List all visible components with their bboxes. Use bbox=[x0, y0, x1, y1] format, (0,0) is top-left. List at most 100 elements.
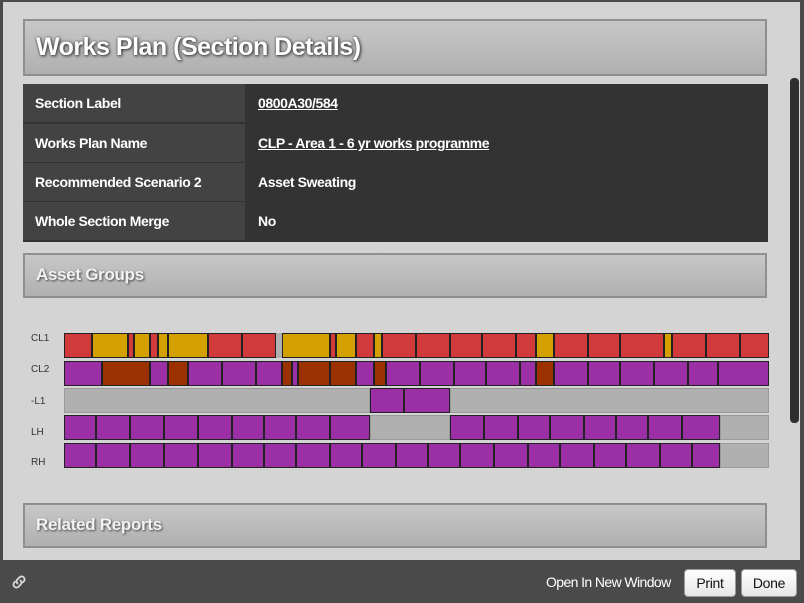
print-button[interactable]: Print bbox=[684, 569, 736, 597]
lane-segment[interactable] bbox=[356, 361, 374, 386]
lane-segment[interactable] bbox=[330, 415, 370, 440]
lane-segment[interactable] bbox=[232, 415, 264, 440]
lane-segment[interactable] bbox=[554, 333, 588, 358]
lane-segment[interactable] bbox=[168, 361, 188, 386]
lane-segment[interactable] bbox=[616, 415, 648, 440]
lane-segment[interactable] bbox=[370, 388, 404, 413]
lane-segment[interactable] bbox=[720, 415, 769, 440]
lane-segment[interactable] bbox=[264, 415, 296, 440]
lane-segment[interactable] bbox=[150, 361, 168, 386]
lane-segment[interactable] bbox=[664, 333, 672, 358]
lane-segment[interactable] bbox=[198, 415, 232, 440]
lane-segment[interactable] bbox=[396, 443, 428, 468]
lane-segment[interactable] bbox=[386, 361, 420, 386]
lane-segment[interactable] bbox=[584, 415, 616, 440]
lane-segment[interactable] bbox=[718, 361, 769, 386]
works-plan-name-link[interactable]: CLP - Area 1 - 6 yr works programme bbox=[258, 124, 489, 162]
lane-segment[interactable] bbox=[232, 443, 264, 468]
lane-segment[interactable] bbox=[130, 415, 164, 440]
lane-segment[interactable] bbox=[692, 443, 720, 468]
lane-segment[interactable] bbox=[64, 333, 92, 358]
lane-segment[interactable] bbox=[150, 333, 158, 358]
lane-segment[interactable] bbox=[164, 415, 198, 440]
lane-segment[interactable] bbox=[242, 333, 276, 358]
lane-segment[interactable] bbox=[370, 415, 450, 440]
lane-segment[interactable] bbox=[654, 361, 688, 386]
lane-segment[interactable] bbox=[648, 415, 682, 440]
lane-segment[interactable] bbox=[450, 415, 484, 440]
lane-segment[interactable] bbox=[64, 361, 102, 386]
lane-segment[interactable] bbox=[298, 361, 330, 386]
lane-segment[interactable] bbox=[296, 443, 330, 468]
lane-segment[interactable] bbox=[554, 361, 588, 386]
lane-segment[interactable] bbox=[102, 361, 150, 386]
lane-segment[interactable] bbox=[168, 333, 208, 358]
lane-segment[interactable] bbox=[404, 388, 450, 413]
lane-segment[interactable] bbox=[428, 443, 460, 468]
lane-segment[interactable] bbox=[256, 361, 282, 386]
lane-segment[interactable] bbox=[516, 333, 536, 358]
lane-segment[interactable] bbox=[356, 333, 374, 358]
lane-segment[interactable] bbox=[594, 443, 626, 468]
lane-segment[interactable] bbox=[626, 443, 660, 468]
lane-segment[interactable] bbox=[282, 333, 330, 358]
lane-segment[interactable] bbox=[164, 443, 198, 468]
lane-segment[interactable] bbox=[64, 415, 96, 440]
section-label-link[interactable]: 0800A30/584 bbox=[258, 84, 338, 122]
lane-segment[interactable] bbox=[518, 415, 550, 440]
link-icon[interactable] bbox=[10, 573, 28, 591]
lane-segment[interactable] bbox=[482, 333, 516, 358]
lane-segment[interactable] bbox=[484, 415, 518, 440]
done-button[interactable]: Done bbox=[741, 569, 797, 597]
lane-segment[interactable] bbox=[706, 333, 740, 358]
lane-segment[interactable] bbox=[330, 361, 356, 386]
lane-segment[interactable] bbox=[96, 443, 130, 468]
lane-segment[interactable] bbox=[282, 361, 292, 386]
lane-segment[interactable] bbox=[374, 361, 386, 386]
lane-segment[interactable] bbox=[588, 361, 620, 386]
lane-segment[interactable] bbox=[222, 361, 256, 386]
lane-segment[interactable] bbox=[682, 415, 720, 440]
lane-segment[interactable] bbox=[486, 361, 520, 386]
lane-segment[interactable] bbox=[416, 333, 450, 358]
lane-segment[interactable] bbox=[454, 361, 486, 386]
lane-segment[interactable] bbox=[550, 415, 584, 440]
lane-segment[interactable] bbox=[158, 333, 168, 358]
lane-segment[interactable] bbox=[296, 415, 330, 440]
related-reports-header[interactable]: Related Reports bbox=[23, 503, 767, 548]
asset-groups-header[interactable]: Asset Groups bbox=[23, 253, 767, 298]
lane-segment[interactable] bbox=[588, 333, 620, 358]
vertical-scrollbar[interactable] bbox=[790, 78, 799, 423]
lane-segment[interactable] bbox=[688, 361, 718, 386]
lane-segment[interactable] bbox=[620, 361, 654, 386]
lane-segment[interactable] bbox=[420, 361, 454, 386]
lane-segment[interactable] bbox=[450, 333, 482, 358]
lane-segment[interactable] bbox=[96, 415, 130, 440]
lane-segment[interactable] bbox=[460, 443, 494, 468]
lane-segment[interactable] bbox=[264, 443, 296, 468]
lane-segment[interactable] bbox=[208, 333, 242, 358]
lane-segment[interactable] bbox=[64, 443, 96, 468]
lane-segment[interactable] bbox=[188, 361, 222, 386]
lane-segment[interactable] bbox=[720, 443, 769, 468]
lane-segment[interactable] bbox=[382, 333, 416, 358]
open-in-new-window-link[interactable]: Open In New Window bbox=[546, 574, 671, 590]
lane-segment[interactable] bbox=[336, 333, 356, 358]
lane-segment[interactable] bbox=[198, 443, 232, 468]
lane-segment[interactable] bbox=[374, 333, 382, 358]
lane-segment[interactable] bbox=[92, 333, 128, 358]
lane-segment[interactable] bbox=[520, 361, 536, 386]
lane-segment[interactable] bbox=[560, 443, 594, 468]
lane-segment[interactable] bbox=[330, 443, 362, 468]
lane-segment[interactable] bbox=[64, 388, 370, 413]
lane-segment[interactable] bbox=[130, 443, 164, 468]
lane-segment[interactable] bbox=[528, 443, 560, 468]
lane-segment[interactable] bbox=[672, 333, 706, 358]
lane-segment[interactable] bbox=[450, 388, 769, 413]
lane-segment[interactable] bbox=[134, 333, 150, 358]
lane-segment[interactable] bbox=[660, 443, 692, 468]
lane-segment[interactable] bbox=[494, 443, 528, 468]
lane-segment[interactable] bbox=[536, 333, 554, 358]
lane-segment[interactable] bbox=[362, 443, 396, 468]
lane-segment[interactable] bbox=[620, 333, 664, 358]
